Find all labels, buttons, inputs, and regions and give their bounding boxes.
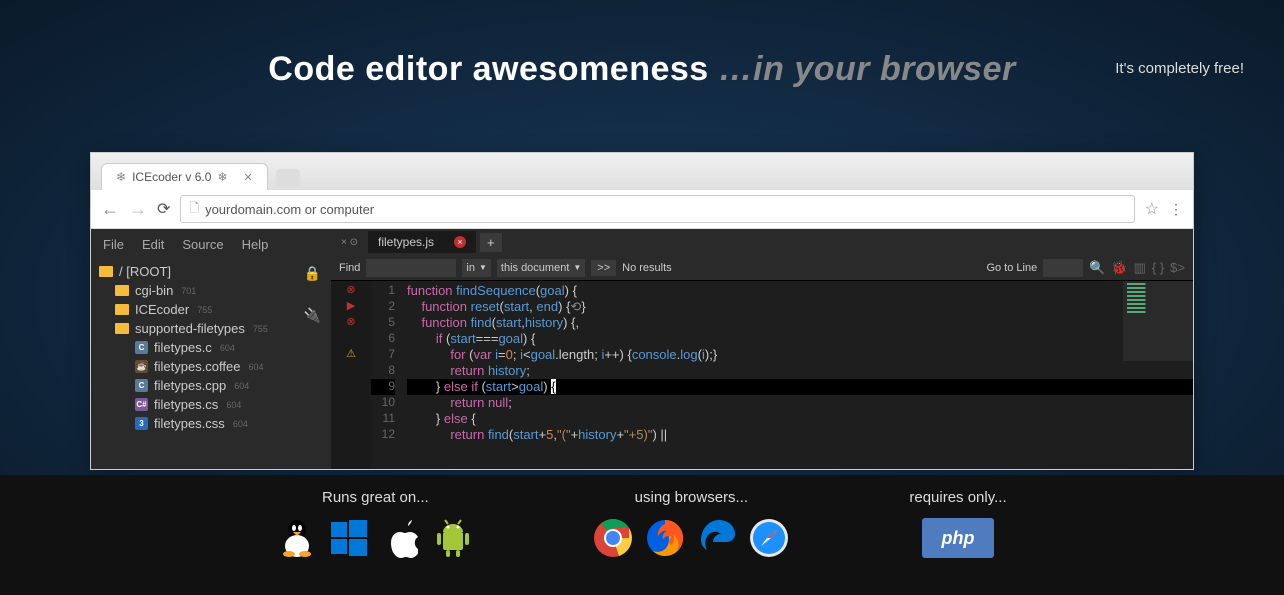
tree-file[interactable]: C filetypes.cpp 604 [99, 376, 323, 395]
footer-requires-section: requires only... php [909, 489, 1006, 595]
coffee-file-icon: ☕ [135, 360, 148, 373]
find-input[interactable] [366, 259, 456, 277]
editor-tab-active[interactable]: filetypes.js × [368, 231, 476, 253]
minimap[interactable] [1123, 281, 1193, 361]
warning-mark-icon: ⚠ [331, 347, 371, 363]
tree-file[interactable]: C filetypes.c 604 [99, 338, 323, 357]
chevron-down-icon: ▼ [573, 263, 581, 272]
forward-button[interactable]: → [129, 199, 147, 220]
url-input[interactable]: 🗋 yourdomain.com or computer [180, 195, 1134, 223]
chrome-icon [593, 518, 633, 558]
cpp-file-icon: C [135, 379, 148, 392]
new-editor-tab[interactable]: + [480, 233, 502, 252]
folder-icon [115, 323, 129, 334]
code-lines[interactable]: function findSequence(goal) { function r… [401, 281, 1193, 469]
bookmark-star-icon[interactable]: ☆ [1145, 199, 1159, 219]
footer-browsers-section: using browsers... [593, 489, 789, 595]
page-icon: 🗋 [189, 199, 199, 220]
play-mark-icon: ▶ [331, 299, 371, 315]
ide-menu: File Edit Source Help [91, 237, 331, 262]
plug-icon[interactable]: 🔌 [304, 307, 321, 324]
tab-title: ICEcoder v 6.0 [132, 170, 211, 184]
menu-file[interactable]: File [103, 237, 124, 252]
headline-main: Code editor awesomeness [268, 50, 718, 88]
find-results: No results [622, 262, 672, 274]
sidebar: File Edit Source Help 🔒 🔌 / [ROOT] cgi-b… [91, 229, 331, 469]
browser-window: — ▢ ✕ ❄ ICEcoder v 6.0 ❄ ✕ ← → ⟳ 🗋 yourd… [90, 152, 1194, 470]
goto-line-input[interactable] [1043, 259, 1083, 277]
windows-icon [329, 518, 369, 558]
menu-source[interactable]: Source [182, 237, 223, 252]
find-bar: Find in▼ this document▼ >> No results Go… [331, 255, 1193, 281]
gutter: ⊗ ▶ ⊗ ⚠ [331, 281, 371, 469]
close-tab-icon[interactable]: ✕ [244, 171, 253, 184]
php-icon: php [922, 518, 994, 558]
chevron-down-icon: ▼ [479, 263, 487, 272]
tab-handles[interactable]: × ⊙ [331, 237, 368, 248]
reload-button[interactable]: ⟳ [157, 199, 170, 219]
android-icon [433, 518, 473, 558]
find-label: Find [339, 262, 360, 274]
back-button[interactable]: ← [101, 199, 119, 220]
lock-icon[interactable]: 🔒 [304, 265, 321, 282]
footer: Runs great on... using browsers... requi… [0, 475, 1284, 595]
close-icon[interactable]: × [454, 236, 466, 248]
tree-root[interactable]: / [ROOT] [99, 262, 323, 281]
url-text: yourdomain.com or computer [205, 202, 374, 217]
new-tab-button[interactable] [276, 169, 300, 187]
headline-sub: …in your browser [719, 50, 1016, 88]
address-bar: ← → ⟳ 🗋 yourdomain.com or computer ☆ ⋮ [91, 189, 1193, 229]
tree-file[interactable]: 3 filetypes.css 604 [99, 414, 323, 433]
apple-icon [381, 518, 421, 558]
menu-help[interactable]: Help [242, 237, 269, 252]
browser-menu-icon[interactable]: ⋮ [1169, 207, 1183, 211]
braces-icon[interactable]: { } [1152, 260, 1164, 275]
terminal-icon[interactable]: $> [1170, 260, 1185, 275]
css-file-icon: 3 [135, 417, 148, 430]
footer-os-section: Runs great on... [277, 489, 473, 595]
search-icon[interactable]: 🔍 [1089, 260, 1105, 276]
menu-edit[interactable]: Edit [142, 237, 164, 252]
tree-file[interactable]: ☕ filetypes.coffee 604 [99, 357, 323, 376]
safari-icon [749, 518, 789, 558]
folder-icon [115, 285, 129, 296]
goto-line-label: Go to Line [986, 262, 1037, 274]
tree-folder[interactable]: cgi-bin 701 [99, 281, 323, 300]
tree-file[interactable]: C# filetypes.cs 604 [99, 395, 323, 414]
layout-icon[interactable]: ▥ [1134, 260, 1146, 276]
tree-folder[interactable]: supported-filetypes 755 [99, 319, 323, 338]
snowflake-icon: ❄ [217, 170, 227, 184]
linux-icon [277, 518, 317, 558]
file-tree: / [ROOT] cgi-bin 701 ICEcoder 755 suppor… [91, 262, 331, 433]
editor: × ⊙ filetypes.js × + Find in▼ this docum… [331, 229, 1193, 469]
error-mark-icon: ⊗ [331, 315, 371, 331]
ide: File Edit Source Help 🔒 🔌 / [ROOT] cgi-b… [91, 229, 1193, 469]
cs-file-icon: C# [135, 398, 148, 411]
c-file-icon: C [135, 341, 148, 354]
find-scope-in[interactable]: in▼ [462, 259, 490, 277]
browser-tab-bar: ❄ ICEcoder v 6.0 ❄ ✕ [91, 153, 1193, 189]
snowflake-icon: ❄ [116, 170, 126, 184]
folder-icon [115, 304, 129, 315]
code-area[interactable]: ⊗ ▶ ⊗ ⚠ 1 2 5 6 7 8 9 10 11 12 [331, 281, 1193, 469]
firefox-icon [645, 518, 685, 558]
line-numbers: 1 2 5 6 7 8 9 10 11 12 [371, 281, 401, 469]
editor-tabs: × ⊙ filetypes.js × + [331, 229, 1193, 255]
error-mark-icon: ⊗ [331, 283, 371, 299]
headline: Code editor awesomeness …in your browser [0, 50, 1284, 89]
bug-icon[interactable]: 🐞 [1111, 260, 1127, 276]
tree-folder[interactable]: ICEcoder 755 [99, 300, 323, 319]
free-text: It's completely free! [1115, 60, 1244, 77]
find-scope-doc[interactable]: this document▼ [497, 259, 585, 277]
edge-icon [697, 518, 737, 558]
browser-tab[interactable]: ❄ ICEcoder v 6.0 ❄ ✕ [101, 163, 268, 190]
find-go-button[interactable]: >> [591, 260, 616, 276]
folder-icon [99, 266, 113, 277]
